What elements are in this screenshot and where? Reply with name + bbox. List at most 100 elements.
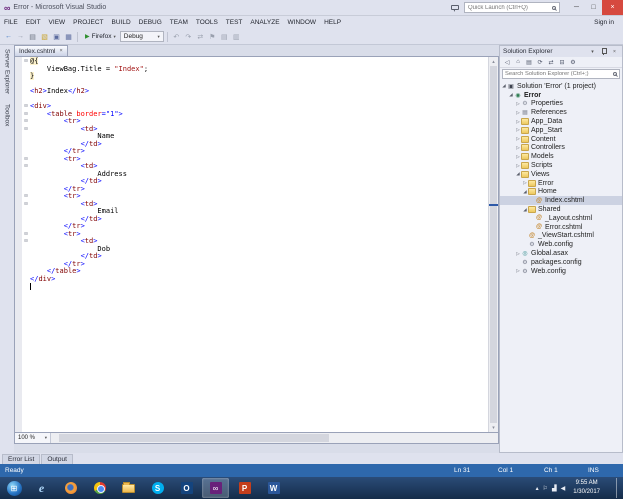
back-icon[interactable]: ◁	[502, 58, 512, 67]
tree-item-content[interactable]: ▷ Content	[500, 135, 622, 144]
show-hidden-icons-icon[interactable]: ▴	[536, 485, 539, 492]
tree-item-solution-error-1-project[interactable]: ◢ ▣ Solution 'Error' (1 project)	[500, 82, 622, 91]
tree-item-index-cshtml[interactable]: @ Index.cshtml	[500, 196, 622, 206]
code-line[interactable]: ViewBag.Title = "Index";	[22, 65, 487, 74]
volume-icon[interactable]: ◀	[561, 485, 566, 492]
code-line[interactable]: </table>	[22, 267, 487, 276]
taskbar-icon-internet-explorer[interactable]: e	[28, 478, 55, 498]
taskbar-icon-visual-studio[interactable]: ∞	[202, 478, 229, 498]
fold-toggle-icon[interactable]: ⊟	[22, 126, 30, 134]
tree-item-home[interactable]: ◢ Home	[500, 188, 622, 197]
tree-item-app-data[interactable]: ▷ App_Data	[500, 117, 622, 126]
tree-item-controllers[interactable]: ▷ Controllers	[500, 144, 622, 153]
navigate-forward-icon[interactable]: →	[15, 31, 26, 42]
open-file-icon[interactable]: ▧	[39, 31, 50, 42]
collapse-all-icon[interactable]: ⊟	[557, 58, 567, 67]
tab-error-list[interactable]: Error List	[2, 454, 41, 464]
fold-toggle-icon[interactable]: ⊟	[22, 163, 30, 171]
close-button[interactable]: ×	[602, 0, 623, 15]
code-line[interactable]: ⊟ <table border="1">	[22, 110, 487, 119]
taskbar-icon-file-explorer[interactable]	[115, 478, 142, 498]
fold-toggle-icon[interactable]: ⊟	[22, 111, 30, 119]
tree-item-properties[interactable]: ▷ ⚙ Properties	[500, 100, 622, 109]
editor-vertical-scrollbar[interactable]: ▴ ▾	[488, 57, 498, 432]
menu-test[interactable]: TEST	[222, 19, 247, 26]
bookmark-icon[interactable]: ⚑	[207, 31, 218, 42]
zoom-select[interactable]: 100 % ▾	[15, 433, 51, 443]
code-line[interactable]: </td>	[22, 140, 487, 149]
comment-icon[interactable]: ▤	[219, 31, 230, 42]
code-line[interactable]: </td>	[22, 177, 487, 186]
taskbar-icon-firefox[interactable]	[57, 478, 84, 498]
editor-horizontal-scrollbar[interactable]	[51, 433, 498, 443]
fold-toggle-icon[interactable]: ⊟	[22, 58, 30, 66]
chevron-down-icon[interactable]: ▾	[588, 47, 597, 56]
tree-item-viewstart-cshtml[interactable]: @ _ViewStart.cshtml	[500, 232, 622, 241]
maximize-button[interactable]: □	[585, 0, 602, 15]
search-input[interactable]	[505, 71, 613, 77]
taskbar-icon-powerpoint[interactable]: P	[231, 478, 258, 498]
run-button[interactable]: ▶ Firefox ▾	[81, 33, 120, 40]
code-line[interactable]: </td>	[22, 252, 487, 261]
menu-team[interactable]: TEAM	[166, 19, 192, 26]
taskbar-icon-skype[interactable]: S	[144, 478, 171, 498]
action-center-icon[interactable]: ⚐	[543, 485, 548, 492]
taskbar-icon-outlook[interactable]: O	[173, 478, 200, 498]
new-file-icon[interactable]: ▤	[27, 31, 38, 42]
refresh-icon[interactable]: ⟳	[535, 58, 545, 67]
menu-analyze[interactable]: ANALYZE	[246, 19, 283, 26]
code-line[interactable]: </tr>	[22, 185, 487, 194]
menu-view[interactable]: VIEW	[45, 19, 70, 26]
fold-toggle-icon[interactable]: ⊟	[22, 201, 30, 209]
fold-toggle-icon[interactable]: ⊟	[22, 238, 30, 246]
sync-icon[interactable]: ⇄	[195, 31, 206, 42]
taskbar-icon-chrome[interactable]	[86, 478, 113, 498]
taskbar-icon-word[interactable]: W	[260, 478, 287, 498]
pin-icon[interactable]	[599, 47, 608, 56]
start-button[interactable]: ⊞	[2, 478, 26, 498]
show-desktop-button[interactable]	[616, 478, 621, 498]
fold-toggle-icon[interactable]: ⊟	[22, 231, 30, 239]
code-line[interactable]: </td>	[22, 215, 487, 224]
scrollbar-thumb[interactable]	[490, 66, 497, 423]
outline-icon[interactable]: ▥	[231, 31, 242, 42]
minimize-button[interactable]: ─	[568, 0, 585, 15]
code-line[interactable]	[22, 283, 487, 291]
show-all-files-icon[interactable]: ▤	[524, 58, 534, 67]
fold-toggle-icon[interactable]: ⊟	[22, 193, 30, 201]
tree-item-layout-cshtml[interactable]: @ _Layout.cshtml	[500, 214, 622, 223]
taskbar-clock[interactable]: 9:55 AM 1/30/2017	[569, 479, 604, 498]
breakpoint-margin[interactable]	[15, 57, 22, 432]
code-line[interactable]	[22, 81, 487, 89]
close-icon[interactable]: ×	[60, 48, 63, 54]
fold-toggle-icon[interactable]: ⊟	[22, 156, 30, 164]
tree-item-web-config[interactable]: ⚙ Web.config	[500, 240, 622, 249]
code-line[interactable]: </tr>	[22, 260, 487, 269]
fold-toggle-icon[interactable]: ⊟	[22, 103, 30, 111]
tree-item-error-cshtml[interactable]: @ Error.cshtml	[500, 223, 622, 232]
tree-item-error[interactable]: ▷ Error	[500, 179, 622, 188]
home-icon[interactable]: ⌂	[513, 58, 523, 67]
code-line[interactable]: </div>	[22, 275, 487, 284]
side-tab-toolbox[interactable]: Toolbox	[4, 104, 11, 126]
menu-file[interactable]: FILE	[0, 19, 22, 26]
tree-item-web-config[interactable]: ▷ ⚙ Web.config	[500, 267, 622, 276]
menu-edit[interactable]: EDIT	[22, 19, 45, 26]
menu-tools[interactable]: TOOLS	[192, 19, 222, 26]
code-line[interactable]	[22, 96, 487, 104]
quick-launch-input[interactable]	[468, 4, 552, 11]
tree-item-global-asax[interactable]: ▷ ◎ Global.asax	[500, 249, 622, 258]
tree-item-views[interactable]: ◢ Views	[500, 170, 622, 179]
menu-window[interactable]: WINDOW	[284, 19, 321, 26]
sync-with-active-document-icon[interactable]: ⇄	[546, 58, 556, 67]
scroll-down-icon[interactable]: ▾	[489, 423, 498, 432]
tree-item-packages-config[interactable]: ⚙ packages.config	[500, 258, 622, 267]
tree-item-references[interactable]: ▷ ▦ References	[500, 108, 622, 117]
sign-in-link[interactable]: Sign in	[594, 19, 623, 26]
menu-debug[interactable]: DEBUG	[135, 19, 166, 26]
scroll-up-icon[interactable]: ▴	[489, 57, 498, 66]
properties-icon[interactable]: ⚙	[568, 58, 578, 67]
code-line[interactable]: }	[22, 72, 487, 81]
code-line[interactable]: </tr>	[22, 147, 487, 156]
scrollbar-thumb[interactable]	[59, 434, 329, 442]
